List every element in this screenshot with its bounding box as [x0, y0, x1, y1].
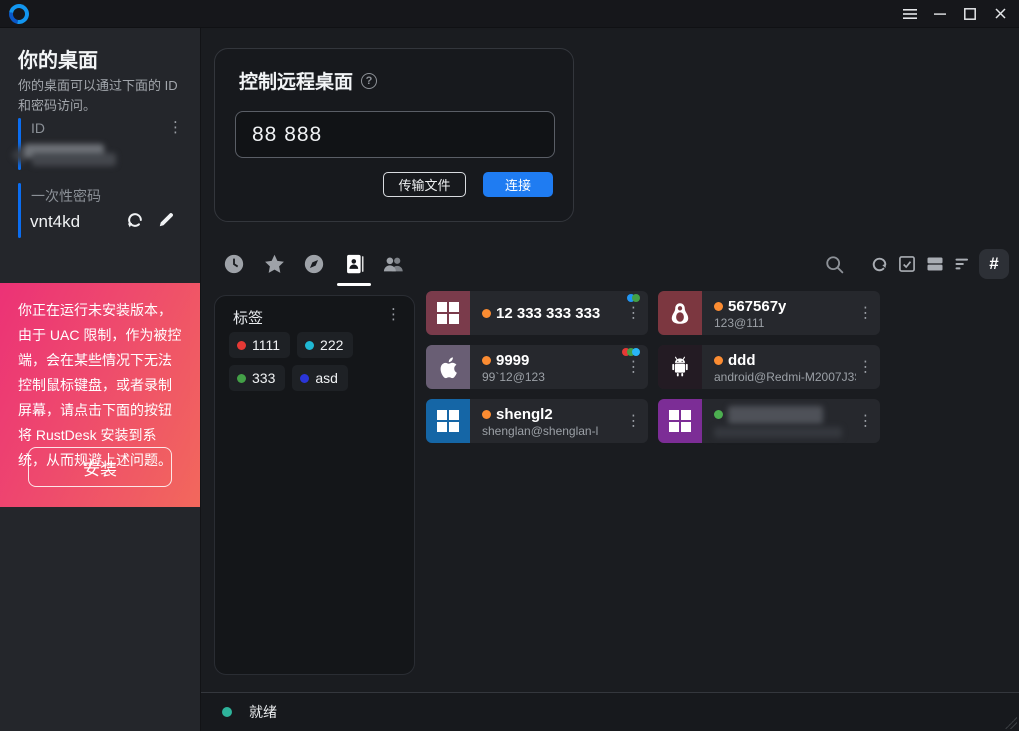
peer-tag-dots: [630, 294, 640, 302]
resize-grip[interactable]: [1005, 717, 1017, 729]
apple-platform-icon: [426, 345, 470, 389]
peer-name: 9999: [496, 352, 529, 369]
tag-color-dot: [305, 341, 314, 350]
peer-status-dot: [482, 410, 491, 419]
tag-color-dot: [237, 374, 246, 383]
grid-view-icon[interactable]: #: [979, 249, 1009, 279]
minimize-icon[interactable]: [925, 1, 955, 27]
menu-icon[interactable]: [895, 1, 925, 27]
install-warning-panel: 你正在运行未安装版本，由于 UAC 限制，作为被控端，会在某些情况下无法控制鼠标…: [0, 283, 200, 507]
tab-recent-sessions[interactable]: [222, 247, 246, 281]
peer-card[interactable]: 9999 99`12@123 ⋮: [426, 345, 648, 389]
peer-username: shenglan@shenglan-l: [482, 424, 624, 438]
peer-tabbar: #: [201, 242, 1019, 286]
titlebar: [0, 0, 1019, 28]
close-icon[interactable]: [985, 1, 1015, 27]
tab-group[interactable]: [382, 247, 406, 281]
peer-menu-icon[interactable]: ⋮: [858, 306, 873, 321]
peer-status-dot: [714, 302, 723, 311]
peer-grid: 12 333 333 333 ⋮ 567567y 123@111: [426, 291, 880, 443]
edit-password-icon[interactable]: [157, 210, 177, 230]
peer-menu-icon[interactable]: ⋮: [626, 360, 641, 375]
android-platform-icon: [658, 345, 702, 389]
status-label: 就绪: [249, 702, 277, 722]
peer-tag-dots: [625, 348, 640, 356]
tag-chip[interactable]: 222: [297, 332, 353, 358]
id-label: ID: [31, 120, 45, 136]
linux-platform-icon: [658, 291, 702, 335]
peer-menu-icon[interactable]: ⋮: [858, 414, 873, 429]
windows-platform-icon: [658, 399, 702, 443]
peer-username-redacted: [714, 427, 842, 438]
peer-menu-icon[interactable]: ⋮: [626, 414, 641, 429]
peer-card[interactable]: ⋮: [658, 399, 880, 443]
peer-menu-icon[interactable]: ⋮: [626, 306, 641, 321]
tags-panel: 标签 ⋮ 1111 222 333 asd: [214, 295, 415, 675]
tags-title: 标签: [233, 307, 263, 328]
maximize-icon[interactable]: [955, 1, 985, 27]
tag-color-dot: [300, 374, 309, 383]
peer-status-dot: [482, 309, 491, 318]
password-value: vnt4kd: [30, 212, 80, 232]
id-value-redacted: [18, 142, 120, 169]
peer-username: 123@111: [714, 316, 856, 330]
sidebar-description: 你的桌面可以通过下面的 ID 和密码访问。: [18, 76, 186, 116]
peer-status-dot: [714, 410, 723, 419]
peer-card[interactable]: shengl2 shenglan@shenglan-l ⋮: [426, 399, 648, 443]
tab-discovered[interactable]: [302, 247, 326, 281]
tags-menu-icon[interactable]: ⋮: [386, 307, 401, 322]
main-area: 控制远程桌面 ? 传输文件 连接: [200, 28, 1019, 731]
status-dot: [222, 707, 232, 717]
tag-chip[interactable]: 1111: [229, 332, 290, 358]
peer-name-redacted: [728, 406, 823, 424]
sidebar: 你的桌面 你的桌面可以通过下面的 ID 和密码访问。 ID ⋮ 一次性密码 vn…: [0, 28, 200, 731]
peer-name: 567567y: [728, 298, 786, 315]
tab-address-book[interactable]: [342, 247, 366, 281]
status-bar: 就绪: [201, 692, 1019, 731]
refresh-icon[interactable]: [867, 252, 891, 276]
windows-platform-icon: [426, 399, 470, 443]
tag-label: 1111: [252, 337, 280, 353]
tag-chip[interactable]: 333: [229, 365, 285, 391]
peer-username: 99`12@123: [482, 370, 624, 384]
remote-control-title: 控制远程桌面: [239, 67, 353, 94]
peer-name: ddd: [728, 352, 756, 369]
sort-by-icon[interactable]: [951, 252, 975, 276]
connect-button[interactable]: 连接: [483, 172, 553, 197]
password-accent-bar: [18, 183, 21, 238]
tag-label: 333: [252, 370, 275, 386]
rustdesk-logo-icon: [5, 0, 33, 27]
search-icon[interactable]: [822, 252, 846, 276]
peer-card[interactable]: ddd android@Redmi-M2007J3SC ⋮: [658, 345, 880, 389]
peer-card[interactable]: 12 333 333 333 ⋮: [426, 291, 648, 335]
tag-label: 222: [320, 337, 343, 353]
sidebar-title: 你的桌面: [18, 44, 98, 73]
peer-name: shengl2: [496, 406, 553, 423]
peer-status-dot: [714, 356, 723, 365]
password-label: 一次性密码: [31, 186, 101, 206]
rustdesk-window: 你的桌面 你的桌面可以通过下面的 ID 和密码访问。 ID ⋮ 一次性密码 vn…: [0, 0, 1019, 731]
select-checkbox-icon[interactable]: [895, 252, 919, 276]
peer-status-dot: [482, 356, 491, 365]
remote-id-input[interactable]: [235, 111, 555, 158]
peer-menu-icon[interactable]: ⋮: [858, 360, 873, 375]
windows-platform-icon: [426, 291, 470, 335]
tag-chip[interactable]: asd: [292, 365, 348, 391]
peer-card[interactable]: 567567y 123@111 ⋮: [658, 291, 880, 335]
tab-favorites[interactable]: [262, 247, 286, 281]
help-icon[interactable]: ?: [361, 73, 377, 89]
tag-label: asd: [315, 370, 338, 386]
peer-name: 12 333 333 333: [496, 305, 600, 322]
id-menu-icon[interactable]: ⋮: [168, 120, 183, 135]
refresh-password-icon[interactable]: [125, 210, 145, 230]
install-button[interactable]: 安装: [28, 447, 172, 487]
transfer-file-button[interactable]: 传输文件: [383, 172, 466, 197]
cards-view-icon[interactable]: [923, 252, 947, 276]
remote-control-card: 控制远程桌面 ? 传输文件 连接: [214, 48, 574, 222]
peer-username: android@Redmi-M2007J3SC: [714, 370, 856, 384]
tag-color-dot: [237, 341, 246, 350]
